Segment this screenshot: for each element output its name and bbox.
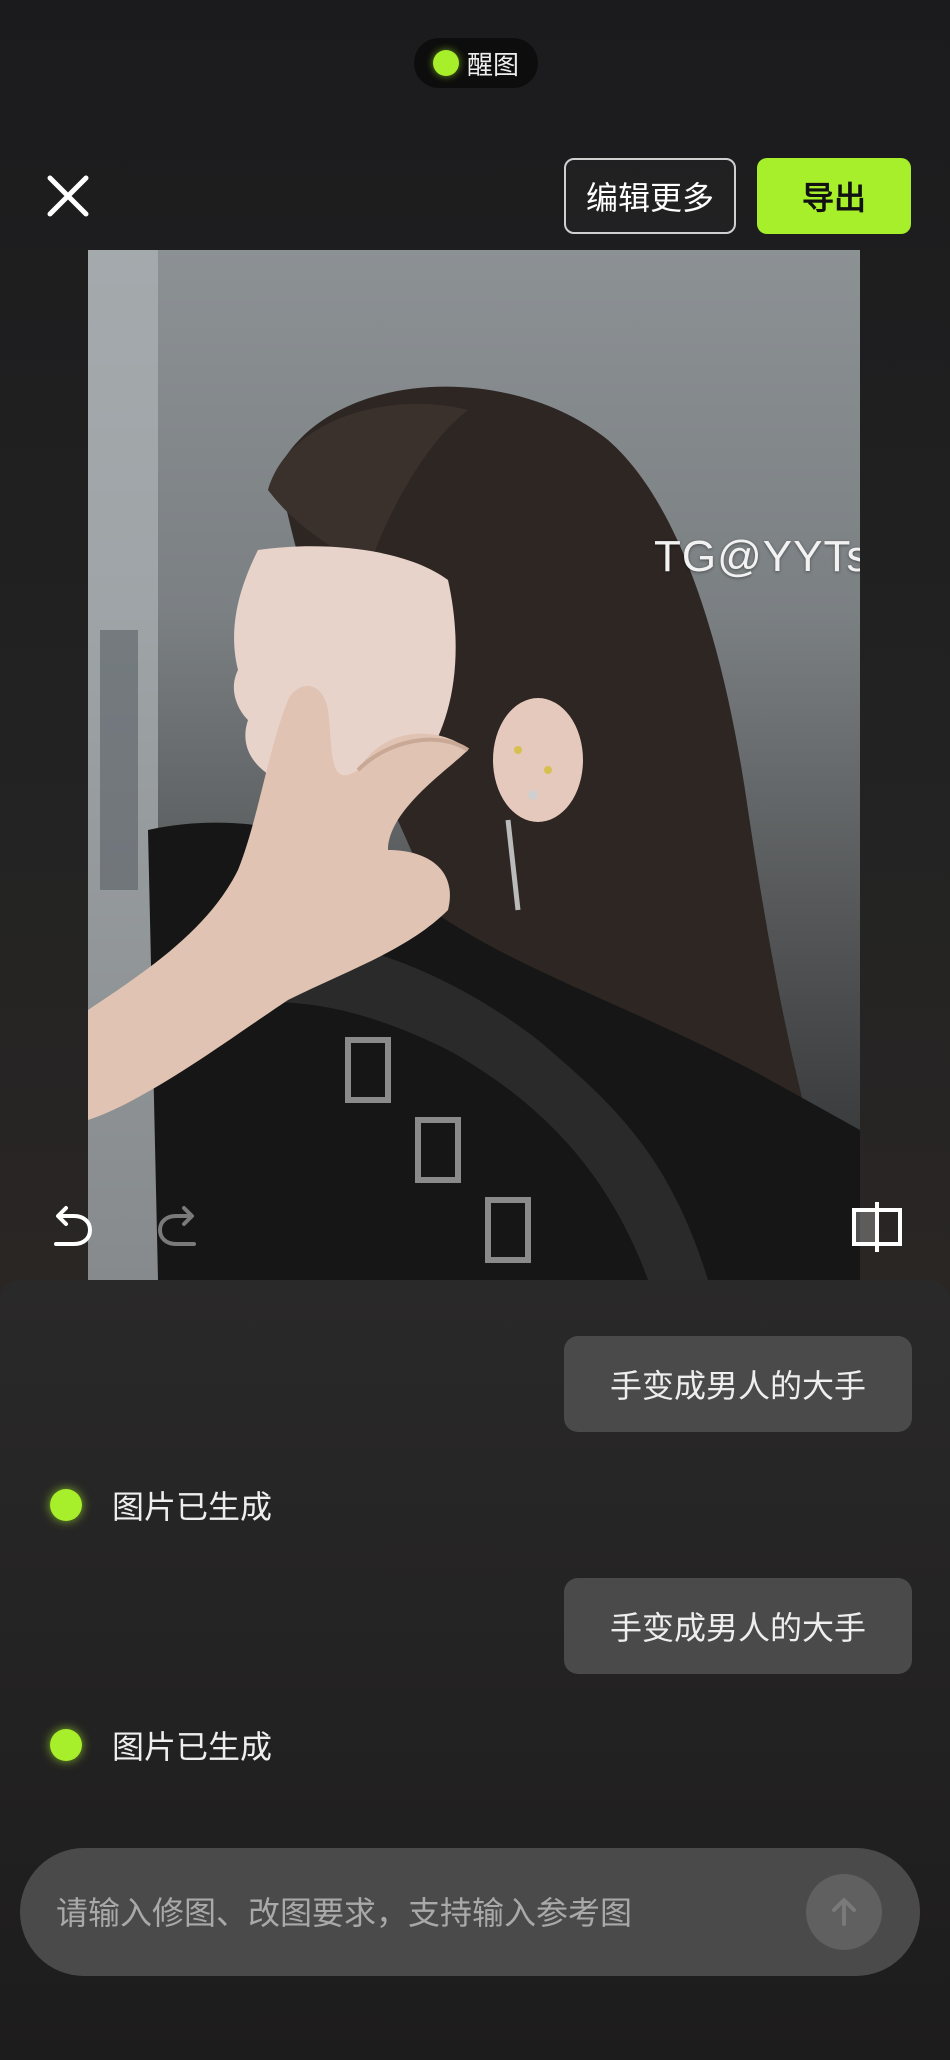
export-button[interactable]: 导出 — [757, 158, 911, 234]
close-button[interactable] — [40, 168, 96, 224]
assistant-status-text: 图片已生成 — [112, 1729, 273, 1765]
arrow-up-icon — [832, 1898, 856, 1926]
assistant-status: 图片已生成 — [50, 1720, 272, 1770]
brand-name: 醒图 — [466, 49, 519, 80]
status-dot-icon — [50, 1729, 82, 1761]
user-message: 手变成男人的大手 — [564, 1578, 912, 1674]
edited-photo[interactable]: TG@YYTsir — [88, 250, 860, 1280]
undo-icon[interactable] — [44, 1200, 98, 1254]
compare-icon[interactable] — [848, 1198, 906, 1256]
assistant-status-text: 图片已生成 — [112, 1489, 273, 1525]
status-dot-icon — [50, 1489, 82, 1521]
redo-icon[interactable] — [152, 1200, 206, 1254]
prompt-input[interactable] — [54, 1882, 798, 1944]
brand-badge: 醒图 — [414, 38, 538, 88]
photo-illustration — [88, 250, 860, 1280]
send-button[interactable] — [806, 1874, 882, 1950]
close-icon — [47, 175, 89, 217]
watermark-text: TG@YYTsir — [654, 532, 860, 581]
composer-bar — [20, 1848, 920, 1976]
assistant-status: 图片已生成 — [50, 1480, 272, 1530]
user-message: 手变成男人的大手 — [564, 1336, 912, 1432]
edit-more-button[interactable]: 编辑更多 — [564, 158, 736, 234]
brand-dot-icon — [432, 50, 459, 76]
